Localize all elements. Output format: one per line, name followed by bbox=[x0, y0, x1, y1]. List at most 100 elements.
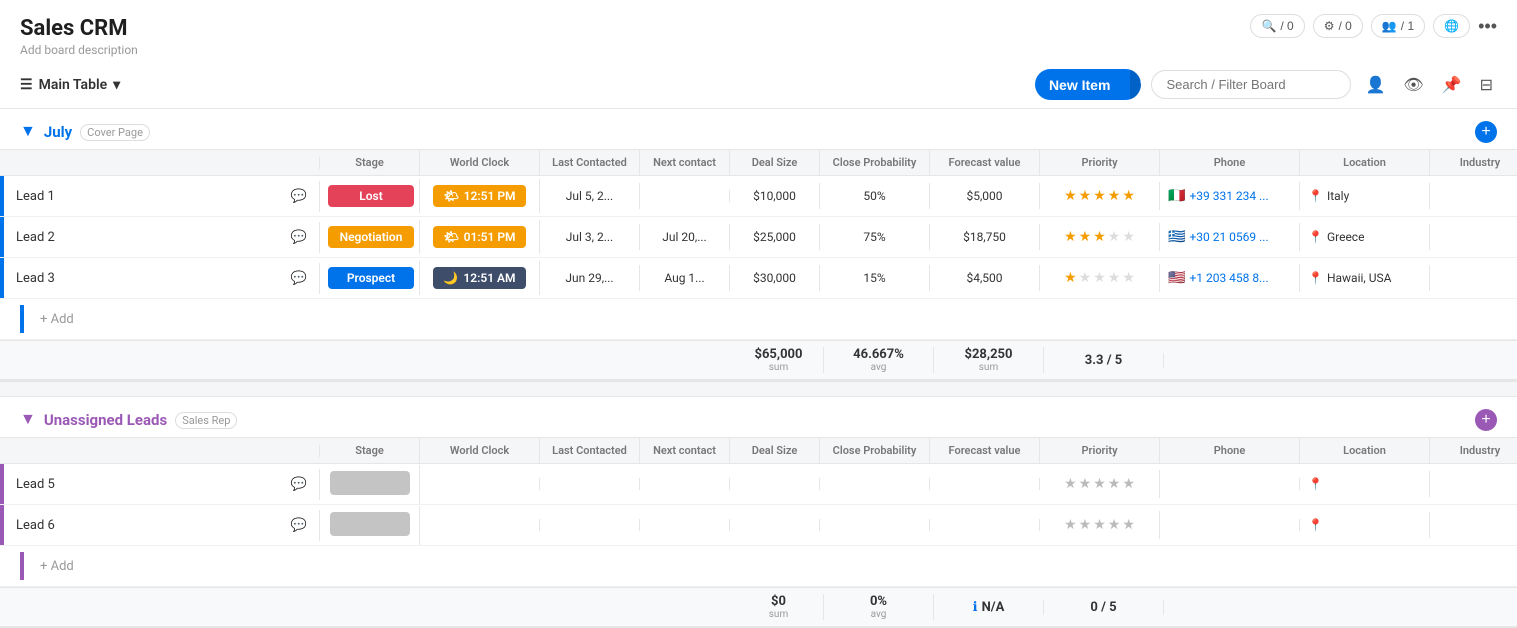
lead5-forecast[interactable] bbox=[930, 478, 1040, 490]
lead1-priority[interactable]: ★ ★ ★ ★ ★ bbox=[1040, 182, 1160, 210]
lead1-clock[interactable]: 🌤 12:51 PM bbox=[420, 179, 540, 213]
user-avatar-btn[interactable]: 👤 bbox=[1361, 71, 1389, 99]
star3: ★ bbox=[1093, 476, 1106, 492]
phone-link[interactable]: 🇺🇸 +1 203 458 8... bbox=[1168, 270, 1291, 286]
main-table-selector[interactable]: ☰ Main Table ▾ bbox=[20, 77, 120, 93]
lead5-priority[interactable]: ★ ★ ★ ★ ★ bbox=[1040, 470, 1160, 498]
phone-link[interactable]: 🇮🇹 +39 331 234 ... bbox=[1168, 188, 1291, 204]
stage-badge[interactable]: Prospect bbox=[328, 267, 414, 289]
lead1-phone[interactable]: 🇮🇹 +39 331 234 ... bbox=[1160, 182, 1300, 210]
more-button[interactable]: ••• bbox=[1478, 16, 1497, 37]
location-text: Hawaii, USA bbox=[1327, 271, 1392, 285]
lead2-priority[interactable]: ★ ★ ★ ★ ★ bbox=[1040, 223, 1160, 251]
july-group-title[interactable]: July bbox=[44, 123, 72, 141]
lead2-deal[interactable]: $25,000 bbox=[730, 224, 820, 250]
lead3-forecast[interactable]: $4,500 bbox=[930, 265, 1040, 291]
comment-icon[interactable]: 💬 bbox=[291, 518, 307, 533]
lead6-location[interactable]: 📍 bbox=[1300, 512, 1430, 538]
lead3-industry[interactable] bbox=[1430, 272, 1517, 284]
lead3-phone[interactable]: 🇺🇸 +1 203 458 8... bbox=[1160, 264, 1300, 292]
lead5-clock[interactable] bbox=[420, 478, 540, 490]
lead2-last[interactable]: Jul 3, 2... bbox=[540, 224, 640, 250]
lead6-forecast[interactable] bbox=[930, 519, 1040, 531]
lead6-prob[interactable] bbox=[820, 519, 930, 531]
lead2-name-cell: Lead 2 💬 bbox=[4, 222, 320, 253]
lead6-next[interactable] bbox=[640, 519, 730, 531]
lead1-last[interactable]: Jul 5, 2... bbox=[540, 183, 640, 209]
lead1-prob[interactable]: 50% bbox=[820, 183, 930, 209]
lead5-name[interactable]: Lead 5 bbox=[16, 477, 283, 492]
robot-count-btn[interactable]: ⚙ / 0 bbox=[1313, 14, 1363, 38]
search-input[interactable] bbox=[1151, 70, 1351, 99]
lead2-forecast[interactable]: $18,750 bbox=[930, 224, 1040, 250]
phone-link[interactable]: 🇬🇷 +30 21 0569 ... bbox=[1168, 229, 1291, 245]
add-row-label[interactable]: + Add bbox=[40, 559, 74, 574]
lead2-phone[interactable]: 🇬🇷 +30 21 0569 ... bbox=[1160, 223, 1300, 251]
lead6-deal[interactable] bbox=[730, 519, 820, 531]
lead1-industry[interactable] bbox=[1430, 190, 1517, 202]
lead3-last[interactable]: Jun 29,... bbox=[540, 265, 640, 291]
lead2-industry[interactable] bbox=[1430, 231, 1517, 243]
lead5-stage[interactable] bbox=[320, 465, 420, 504]
new-item-arrow[interactable]: ▾ bbox=[1130, 69, 1141, 100]
unassigned-add-btn[interactable]: + bbox=[1475, 409, 1497, 431]
lead2-location[interactable]: 📍 Greece bbox=[1300, 224, 1430, 250]
search-count-btn[interactable]: 🔍 / 0 bbox=[1250, 14, 1304, 38]
lead5-prob[interactable] bbox=[820, 478, 930, 490]
lead3-deal[interactable]: $30,000 bbox=[730, 265, 820, 291]
lead6-clock[interactable] bbox=[420, 519, 540, 531]
add-row-label[interactable]: + Add bbox=[40, 312, 74, 327]
globe-btn[interactable]: 🌐 bbox=[1433, 14, 1470, 38]
app-description[interactable]: Add board description bbox=[20, 43, 1497, 57]
new-item-button[interactable]: New Item ▾ bbox=[1035, 69, 1142, 100]
lead3-priority[interactable]: ★ ★ ★ ★ ★ bbox=[1040, 264, 1160, 292]
lead1-next[interactable] bbox=[640, 190, 730, 202]
lead3-name[interactable]: Lead 3 bbox=[16, 271, 283, 286]
lead2-prob[interactable]: 75% bbox=[820, 224, 930, 250]
comment-icon[interactable]: 💬 bbox=[291, 271, 307, 286]
lead5-next[interactable] bbox=[640, 478, 730, 490]
july-add-row[interactable]: + Add bbox=[0, 299, 1517, 340]
lead5-deal[interactable] bbox=[730, 478, 820, 490]
lead3-stage[interactable]: Prospect bbox=[320, 261, 420, 295]
col-industry-header2: Industry bbox=[1430, 438, 1517, 463]
stage-badge[interactable]: Lost bbox=[328, 185, 414, 207]
comment-icon[interactable]: 💬 bbox=[291, 189, 307, 204]
lead6-industry[interactable] bbox=[1430, 519, 1517, 531]
lead5-last[interactable] bbox=[540, 478, 640, 490]
lead5-industry[interactable] bbox=[1430, 478, 1517, 490]
lead6-name[interactable]: Lead 6 bbox=[16, 518, 283, 533]
lead2-clock[interactable]: 🌤 01:51 PM bbox=[420, 220, 540, 254]
lead6-stage[interactable] bbox=[320, 506, 420, 545]
july-add-btn[interactable]: + bbox=[1475, 121, 1497, 143]
filter-btn[interactable]: ⊟ bbox=[1476, 71, 1497, 99]
lead1-stage[interactable]: Lost bbox=[320, 179, 420, 213]
lead3-next[interactable]: Aug 1... bbox=[640, 265, 730, 291]
lead6-last[interactable] bbox=[540, 519, 640, 531]
eye-btn[interactable]: 👁 bbox=[1399, 71, 1427, 99]
lead2-name[interactable]: Lead 2 bbox=[16, 230, 283, 245]
lead5-phone[interactable] bbox=[1160, 478, 1300, 490]
lead6-phone[interactable] bbox=[1160, 519, 1300, 531]
lead5-location[interactable]: 📍 bbox=[1300, 471, 1430, 497]
unassigned-group-title[interactable]: Unassigned Leads bbox=[44, 411, 167, 429]
comment-icon[interactable]: 💬 bbox=[291, 477, 307, 492]
summary-prob-cell2: 0% avg bbox=[824, 594, 934, 620]
unassigned-add-row[interactable]: + Add bbox=[0, 546, 1517, 587]
lead3-clock[interactable]: 🌙 12:51 AM bbox=[420, 261, 540, 295]
lead3-location[interactable]: 📍 Hawaii, USA bbox=[1300, 265, 1430, 291]
lead3-prob[interactable]: 15% bbox=[820, 265, 930, 291]
lead1-location[interactable]: 📍 Italy bbox=[1300, 183, 1430, 209]
lead2-next[interactable]: Jul 20,... bbox=[640, 224, 730, 250]
comment-icon[interactable]: 💬 bbox=[291, 230, 307, 245]
unassigned-collapse-btn[interactable]: ▼ bbox=[20, 411, 36, 429]
pin-btn[interactable]: 📌 bbox=[1438, 71, 1466, 99]
lead1-forecast[interactable]: $5,000 bbox=[930, 183, 1040, 209]
stage-badge[interactable]: Negotiation bbox=[328, 226, 414, 248]
lead1-name[interactable]: Lead 1 bbox=[16, 189, 283, 204]
lead1-deal[interactable]: $10,000 bbox=[730, 183, 820, 209]
july-collapse-btn[interactable]: ▼ bbox=[20, 123, 36, 141]
user-count-btn[interactable]: 👥 / 1 bbox=[1371, 14, 1425, 38]
lead2-stage[interactable]: Negotiation bbox=[320, 220, 420, 254]
lead6-priority[interactable]: ★ ★ ★ ★ ★ bbox=[1040, 511, 1160, 539]
